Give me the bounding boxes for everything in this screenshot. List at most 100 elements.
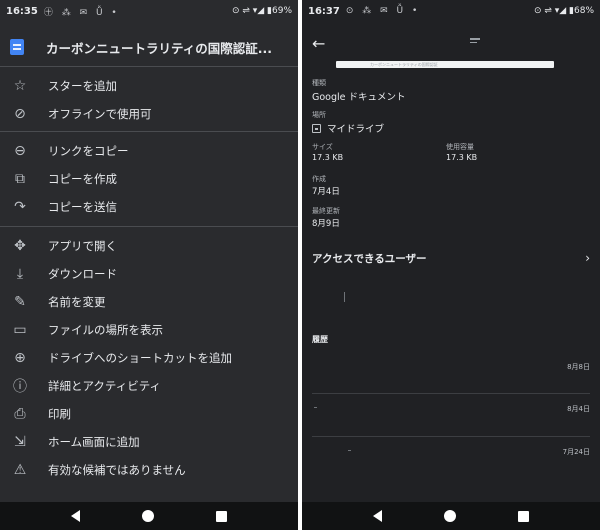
menu-item-label: コピーを作成 (48, 172, 117, 186)
menu-item-label: 詳細とアクティビティ (48, 379, 162, 393)
size-label: サイズ (312, 143, 333, 151)
menu-item-label: 名前を変更 (48, 295, 106, 309)
feedback-icon: ⚠ (13, 462, 27, 478)
document-preview[interactable]: カーボンニュートラリティの国際認証 (336, 61, 554, 68)
modified-label: 最終更新 (312, 207, 340, 215)
system-status-icons: ⊙ ⇌ ▾◢ ▮68% (533, 6, 594, 16)
field-location: 場所 マイドライブ (312, 110, 384, 135)
menu-item-label: アプリで開く (48, 239, 117, 253)
document-title: カーボンニュートラリティの国際認証... (46, 40, 272, 56)
history-divider (312, 393, 590, 394)
field-modified: 最終更新 8月9日 (312, 206, 340, 229)
print-icon: ⎙ (14, 406, 26, 422)
field-created: 作成 7月4日 (312, 174, 340, 197)
menu-item-label: スターを追加 (48, 79, 117, 93)
access-users-label: アクセスできるユーザー (312, 252, 427, 265)
menu-item-label: ドライブへのショートカットを追加 (48, 351, 232, 365)
user-avatar-placeholder (344, 292, 345, 302)
storage-value: 17.3 KB (446, 153, 478, 162)
app-bar: ← (302, 28, 600, 58)
menu-item-label: ファイルの場所を表示 (48, 323, 163, 337)
folder-icon: ▭ (13, 322, 27, 338)
menu-item-show-location[interactable]: ▭ ファイルの場所を表示 (0, 316, 298, 344)
storage-label: 使用容量 (446, 143, 474, 151)
add-to-home-icon: ⇲ (14, 434, 26, 450)
menu-item-add-star[interactable]: ☆ スターを追加 (0, 72, 298, 100)
divider (0, 66, 298, 67)
system-status-icons: ⊙ ⇌ ▾◢ ▮69% (231, 6, 292, 16)
menu-item-label: オフラインで使用可 (48, 107, 152, 121)
info-icon: ⓘ (13, 379, 27, 395)
notification-icons: ㊉ ⁂ ✉ Ǚ • (43, 7, 120, 18)
history-divider (312, 436, 590, 437)
status-time: 16:37 (308, 5, 340, 17)
created-label: 作成 (312, 175, 326, 183)
divider (0, 226, 298, 227)
menu-item-open-with[interactable]: ✥ アプリで開く (0, 232, 298, 260)
type-label: 種類 (312, 79, 326, 87)
menu-item-print[interactable]: ⎙ 印刷 (0, 400, 298, 428)
back-arrow-icon[interactable]: ← (312, 34, 325, 53)
chevron-right-icon: › (585, 251, 590, 265)
location-value-row[interactable]: マイドライブ (312, 121, 384, 135)
open-with-icon: ✥ (14, 238, 26, 254)
menu-item-details-activity[interactable]: ⓘ 詳細とアクティビティ (0, 372, 298, 400)
system-nav-bar (302, 502, 600, 530)
nav-home-icon[interactable] (142, 510, 154, 522)
history-entry-placeholder (348, 450, 351, 451)
star-icon: ☆ (13, 78, 27, 94)
download-icon: ⤓ (16, 266, 24, 282)
notification-icons: ⊙ ⁂ ✉ Ǚ • (345, 6, 421, 16)
status-bar: 16:35 ㊉ ⁂ ✉ Ǚ • ⊙ ⇌ ▾◢ ▮69% (0, 0, 298, 22)
divider (0, 131, 298, 132)
nav-back-icon[interactable] (373, 510, 382, 522)
drive-shortcut-icon: ⊕ (14, 350, 26, 366)
menu-item-download[interactable]: ⤓ ダウンロード (0, 260, 298, 288)
document-header: カーボンニュートラリティの国際認証... (0, 32, 298, 62)
field-size: サイズ 17.3 KB (312, 142, 343, 162)
menu-item-copy-link[interactable]: ⊖ リンクをコピー (0, 137, 298, 165)
history-entry-placeholder (314, 407, 317, 408)
menu-item-offline[interactable]: ⊘ オフラインで使用可 (0, 100, 298, 128)
menu-item-label: リンクをコピー (48, 144, 129, 158)
size-value: 17.3 KB (312, 153, 344, 162)
system-nav-bar (0, 502, 298, 530)
menu-item-label: 有効な候補ではありません (48, 463, 186, 477)
status-bar: 16:37 ⊙ ⁂ ✉ Ǚ • ⊙ ⇌ ▾◢ ▮68% (302, 0, 600, 22)
type-value: Google ドキュメント (312, 92, 406, 103)
file-actions-screen: 16:35 ㊉ ⁂ ✉ Ǚ • ⊙ ⇌ ▾◢ ▮69% カーボンニュートラリティ… (0, 0, 298, 530)
document-lines-icon (470, 38, 480, 45)
send-icon: ↷ (14, 199, 26, 215)
access-users-row[interactable]: アクセスできるユーザー › (312, 248, 590, 268)
history-title: 履歴 (312, 335, 328, 344)
location-label: 場所 (312, 111, 326, 119)
menu-item-add-shortcut[interactable]: ⊕ ドライブへのショートカットを追加 (0, 344, 298, 372)
nav-recents-icon[interactable] (518, 510, 529, 522)
menu-item-add-to-home[interactable]: ⇲ ホーム画面に追加 (0, 428, 298, 456)
copy-icon: ⧉ (15, 171, 25, 187)
created-value: 7月4日 (312, 187, 340, 197)
field-type: 種類 Google ドキュメント (312, 78, 406, 103)
menu-item-label: コピーを送信 (48, 200, 117, 214)
location-value: マイドライブ (327, 124, 385, 135)
offline-icon: ⊘ (14, 106, 26, 122)
menu-item-send-copy[interactable]: ↷ コピーを送信 (0, 193, 298, 221)
my-drive-icon (312, 123, 321, 133)
preview-text: カーボンニュートラリティの国際認証 (370, 62, 438, 67)
menu-item-not-helpful[interactable]: ⚠ 有効な候補ではありません (0, 456, 298, 484)
modified-value: 8月9日 (312, 219, 340, 229)
nav-back-icon[interactable] (71, 510, 80, 522)
field-storage: 使用容量 17.3 KB (446, 142, 477, 162)
menu-item-make-copy[interactable]: ⧉ コピーを作成 (0, 165, 298, 193)
menu-item-label: 印刷 (48, 407, 71, 421)
menu-item-rename[interactable]: ✎ 名前を変更 (0, 288, 298, 316)
nav-recents-icon[interactable] (216, 510, 227, 522)
rename-icon: ✎ (14, 294, 26, 310)
nav-home-icon[interactable] (444, 510, 456, 522)
history-date: 7月24日 (562, 448, 590, 456)
menu-item-label: ホーム画面に追加 (48, 435, 140, 449)
history-date: 8月4日 (567, 405, 590, 413)
history-date: 8月8日 (567, 363, 590, 371)
file-details-screen: 16:37 ⊙ ⁂ ✉ Ǚ • ⊙ ⇌ ▾◢ ▮68% ← カーボンニュートラリ… (302, 0, 600, 530)
google-docs-icon (10, 39, 24, 55)
